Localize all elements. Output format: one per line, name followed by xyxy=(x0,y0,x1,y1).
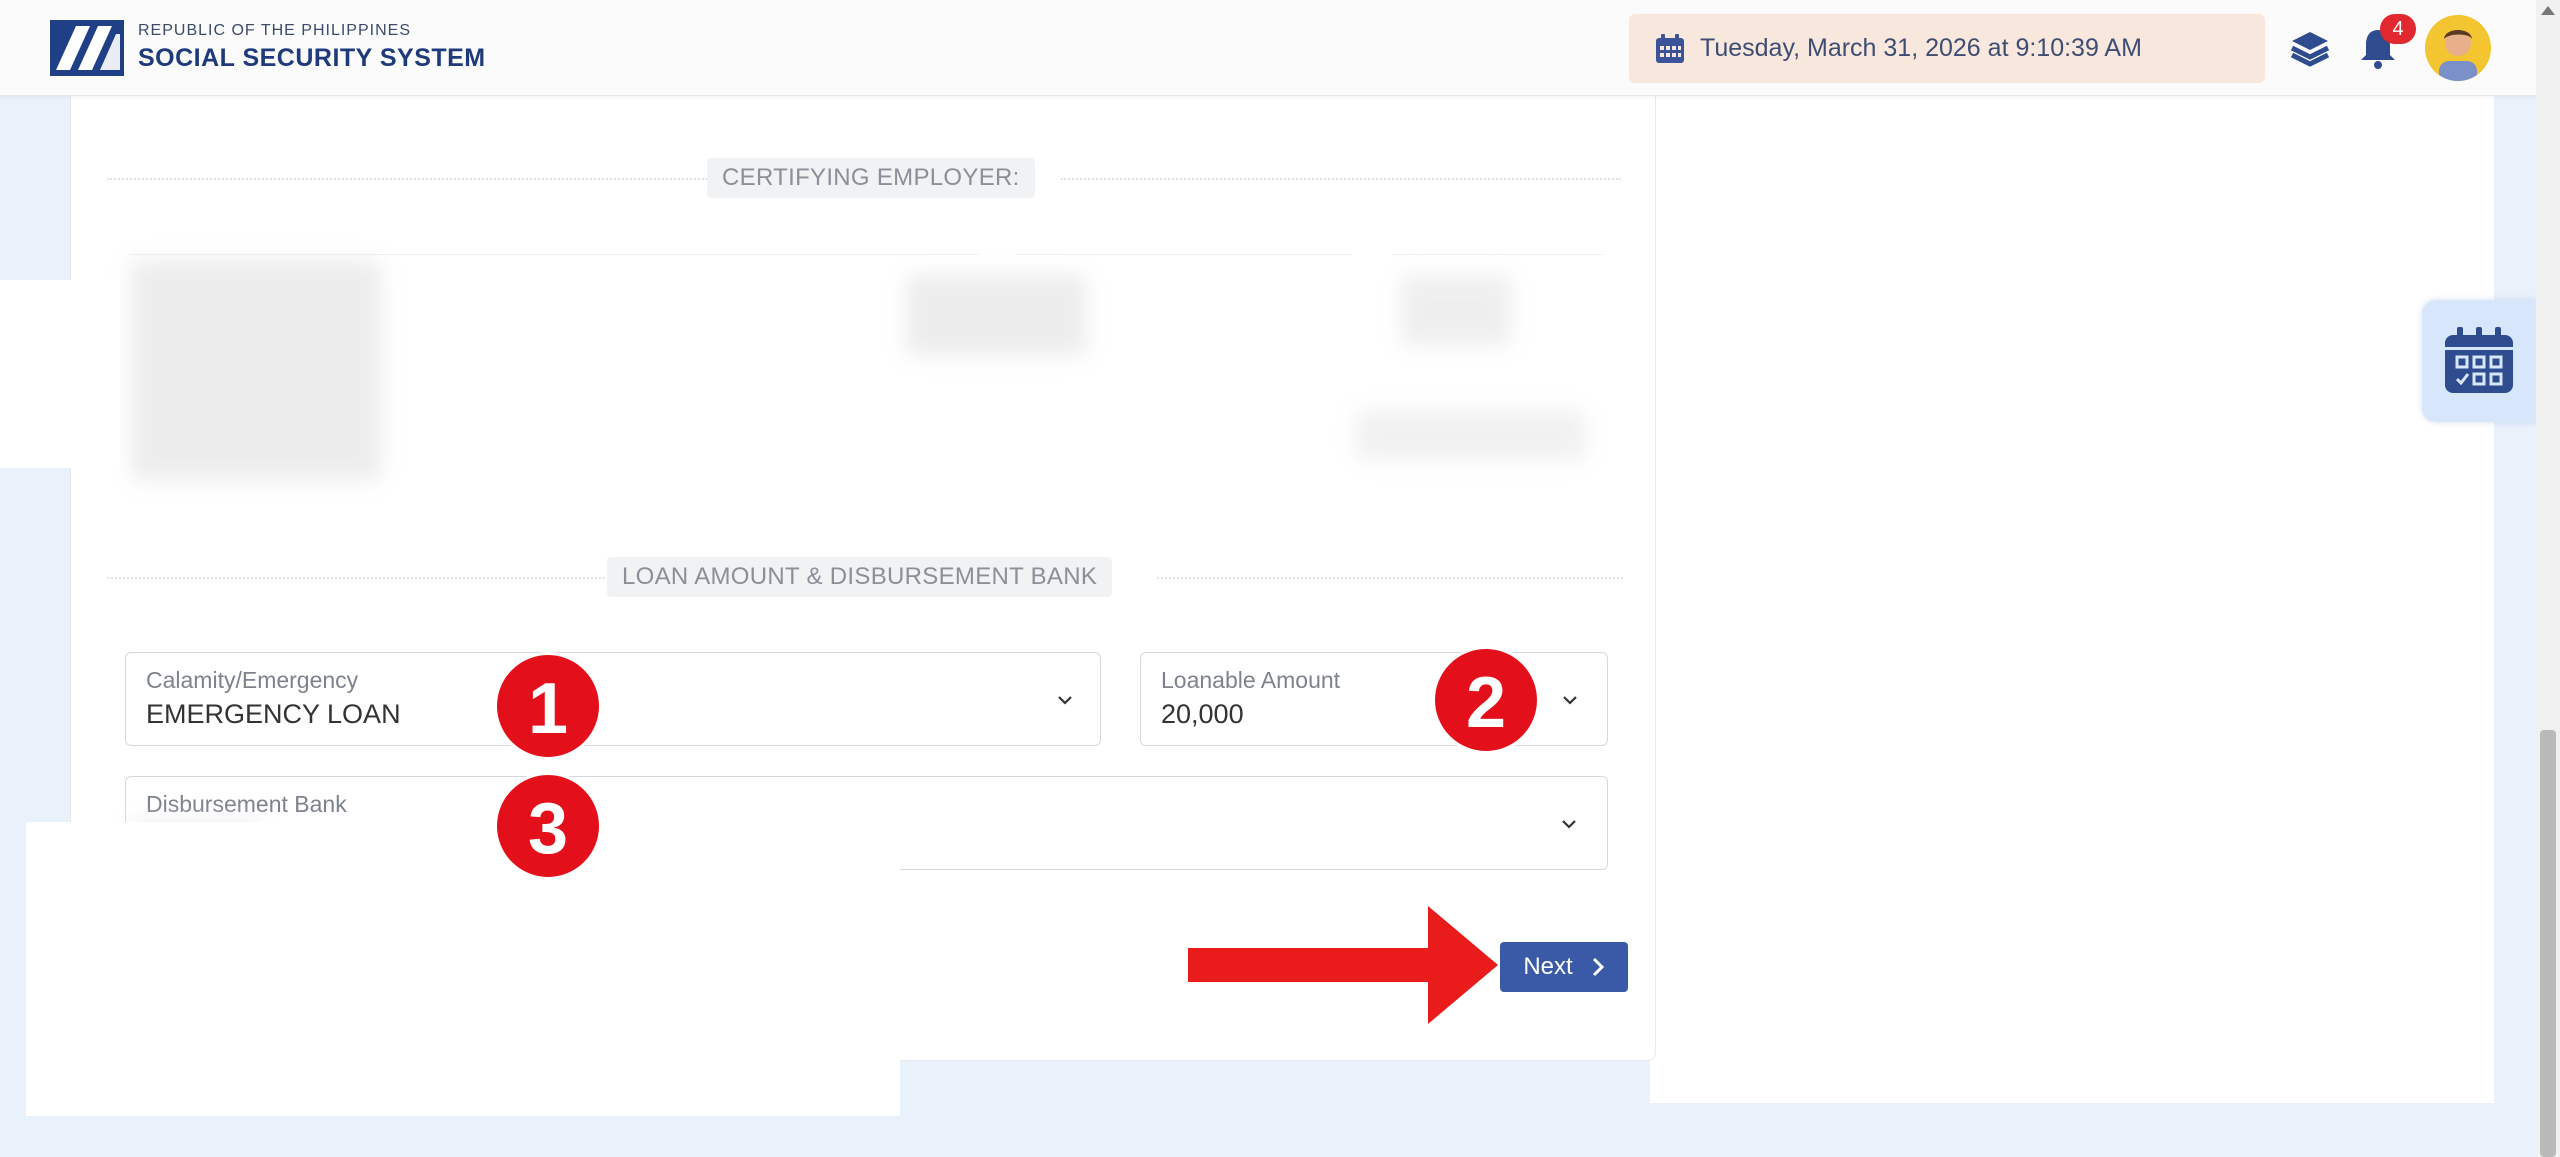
section-label-certifying-employer: CERTIFYING EMPLOYER: xyxy=(707,158,1035,198)
section-divider xyxy=(107,577,613,579)
next-button[interactable]: Next xyxy=(1500,942,1628,992)
redaction-cover xyxy=(26,822,900,1116)
right-content-panel xyxy=(1650,95,2494,1103)
layers-icon[interactable] xyxy=(2290,28,2330,68)
app-header: REPUBLIC OF THE PHILIPPINES SOCIAL SECUR… xyxy=(0,0,2536,96)
employer-row-border xyxy=(1393,254,1603,255)
user-avatar-icon xyxy=(2425,15,2491,81)
red-arrow-annotation xyxy=(1188,906,1498,1024)
scroll-up-arrow-icon[interactable] xyxy=(2541,6,2555,15)
redacted-employer-id xyxy=(906,275,1086,355)
redacted-employer-date xyxy=(1356,410,1586,460)
side-calendar-button[interactable] xyxy=(2422,300,2536,422)
chevron-right-icon xyxy=(1592,957,1604,977)
datetime-display: Tuesday, March 31, 2026 at 9:10:39 AM xyxy=(1629,14,2265,83)
loanable-amount-label: Loanable Amount xyxy=(1161,667,1341,693)
sss-logo-icon[interactable] xyxy=(50,20,124,76)
calendar-grid-icon xyxy=(2445,327,2513,393)
page-scrollbar-thumb[interactable] xyxy=(2540,730,2556,1157)
calendar-icon xyxy=(1656,33,1684,63)
redacted-employer-details xyxy=(131,260,381,480)
section-divider xyxy=(1061,178,1621,180)
employer-row-border xyxy=(129,254,979,255)
step-badge-2: 2 xyxy=(1432,646,1540,754)
org-line2: SOCIAL SECURITY SYSTEM xyxy=(138,44,486,72)
loanable-amount-value: 20,000 xyxy=(1161,699,1244,729)
section-divider xyxy=(1157,577,1623,579)
calamity-emergency-label: Calamity/Emergency xyxy=(146,667,359,693)
redaction-cover xyxy=(0,280,120,468)
redacted-employer-code xyxy=(1401,275,1511,345)
org-line1: REPUBLIC OF THE PHILIPPINES xyxy=(138,22,411,39)
section-divider xyxy=(107,178,707,180)
calamity-emergency-value: EMERGENCY LOAN xyxy=(146,699,401,729)
disbursement-bank-label: Disbursement Bank xyxy=(146,791,347,817)
user-avatar[interactable] xyxy=(2425,15,2491,81)
notification-count-badge: 4 xyxy=(2380,14,2416,44)
employer-row-border xyxy=(1016,254,1352,255)
section-label-loan-amount-bank: LOAN AMOUNT & DISBURSEMENT BANK xyxy=(607,557,1113,597)
chevron-down-icon xyxy=(1563,696,1577,705)
step-badge-3: 3 xyxy=(494,772,602,880)
calamity-emergency-select[interactable]: Calamity/Emergency EMERGENCY LOAN xyxy=(125,652,1101,746)
step-badge-1: 1 xyxy=(494,652,602,760)
chevron-down-icon xyxy=(1058,696,1072,705)
datetime-text: Tuesday, March 31, 2026 at 9:10:39 AM xyxy=(1700,34,2142,62)
chevron-down-icon xyxy=(1562,820,1576,829)
next-button-label: Next xyxy=(1523,953,1573,980)
